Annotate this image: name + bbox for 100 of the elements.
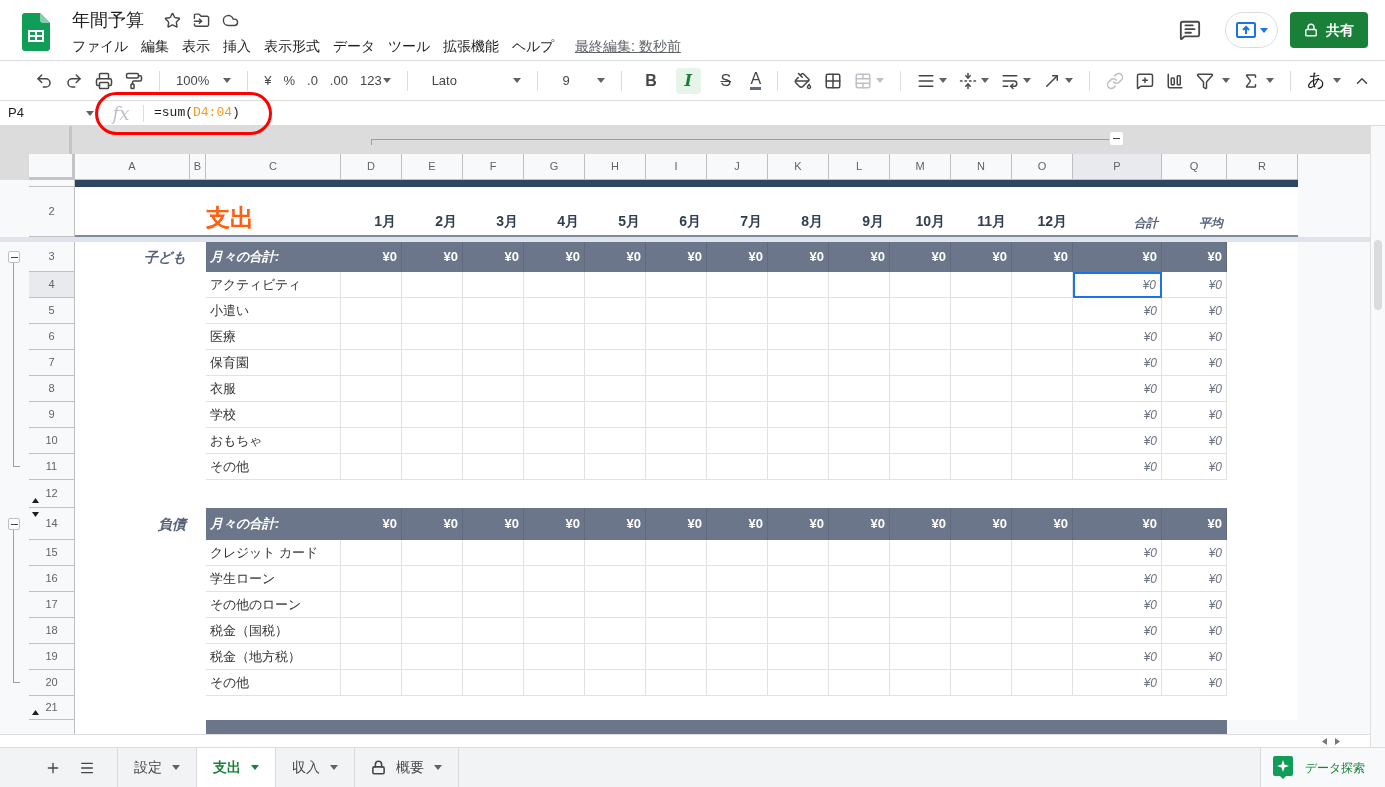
table-cell[interactable] — [585, 324, 646, 350]
column-header[interactable]: R — [1227, 154, 1298, 180]
table-cell[interactable] — [1012, 298, 1073, 324]
total-cell[interactable]: ¥0 — [1073, 428, 1162, 454]
table-cell[interactable] — [463, 670, 524, 696]
table-cell[interactable] — [829, 272, 890, 298]
print-icon[interactable] — [95, 71, 113, 90]
text-style-button[interactable]: S — [713, 67, 739, 94]
table-cell[interactable] — [768, 454, 829, 480]
table-cell[interactable] — [341, 644, 402, 670]
table-cell[interactable] — [890, 428, 951, 454]
table-cell[interactable] — [1012, 592, 1073, 618]
table-cell[interactable] — [829, 540, 890, 566]
table-cell[interactable] — [585, 670, 646, 696]
column-header[interactable]: N — [951, 154, 1012, 180]
table-cell[interactable] — [463, 272, 524, 298]
table-cell[interactable] — [463, 402, 524, 428]
table-cell[interactable] — [585, 402, 646, 428]
table-cell[interactable] — [402, 670, 463, 696]
table-cell[interactable] — [585, 566, 646, 592]
table-cell[interactable] — [1012, 454, 1073, 480]
table-cell[interactable] — [524, 428, 585, 454]
table-cell[interactable] — [707, 592, 768, 618]
collapse-column-group-button[interactable] — [1110, 132, 1123, 145]
table-cell[interactable] — [585, 540, 646, 566]
table-cell[interactable] — [1012, 566, 1073, 592]
table-cell[interactable] — [463, 428, 524, 454]
table-cell[interactable] — [951, 324, 1012, 350]
currency-button[interactable]: ¥ — [264, 70, 272, 91]
text-color-button[interactable]: A — [750, 71, 762, 90]
table-cell[interactable] — [524, 566, 585, 592]
menu-item[interactable]: 拡張機能 — [443, 36, 499, 57]
table-cell[interactable] — [768, 272, 829, 298]
row-number[interactable]: 19 — [45, 648, 58, 665]
table-cell[interactable] — [646, 644, 707, 670]
table-cell[interactable] — [890, 376, 951, 402]
spreadsheet-logo[interactable] — [22, 13, 50, 51]
table-cell[interactable] — [646, 350, 707, 376]
column-header[interactable]: J — [707, 154, 768, 180]
table-cell[interactable] — [707, 324, 768, 350]
table-cell[interactable] — [402, 454, 463, 480]
font-size-select[interactable]: 9 — [554, 70, 606, 91]
table-cell[interactable] — [951, 350, 1012, 376]
table-cell[interactable] — [890, 454, 951, 480]
table-cell[interactable] — [524, 402, 585, 428]
share-button[interactable]: 共有 — [1290, 12, 1368, 48]
table-cell[interactable] — [768, 298, 829, 324]
total-cell[interactable]: ¥0 — [1073, 566, 1162, 592]
table-cell[interactable] — [890, 670, 951, 696]
table-cell[interactable] — [585, 298, 646, 324]
table-cell[interactable] — [341, 454, 402, 480]
table-cell[interactable] — [951, 540, 1012, 566]
input-tools-select[interactable]: あ — [1307, 67, 1342, 94]
table-cell[interactable] — [1012, 376, 1073, 402]
sheet-tab[interactable]: 収入 — [275, 748, 354, 787]
link-icon[interactable] — [1106, 71, 1125, 90]
table-cell[interactable] — [646, 272, 707, 298]
table-cell[interactable] — [402, 566, 463, 592]
cell-reference-field[interactable]: P4 — [0, 101, 98, 125]
number-format-select[interactable]: 123 — [359, 70, 391, 91]
row-number[interactable]: 17 — [45, 596, 58, 613]
total-cell[interactable]: ¥0 — [1073, 644, 1162, 670]
table-cell[interactable] — [768, 618, 829, 644]
table-cell[interactable] — [890, 592, 951, 618]
table-cell[interactable] — [646, 376, 707, 402]
table-cell[interactable] — [585, 350, 646, 376]
table-cell[interactable] — [707, 402, 768, 428]
explore-button[interactable]: データ探索 — [1260, 748, 1385, 787]
formula-input[interactable]: =sum(D4:04) — [154, 103, 240, 123]
hidden-row-down-icon[interactable] — [32, 512, 39, 517]
scrollbar-thumb[interactable] — [1374, 240, 1382, 310]
document-title[interactable]: 年間予算 — [72, 7, 144, 34]
total-cell[interactable]: ¥0 — [1073, 402, 1162, 428]
table-cell[interactable] — [707, 350, 768, 376]
table-cell[interactable] — [646, 566, 707, 592]
table-cell[interactable] — [768, 376, 829, 402]
table-cell[interactable] — [341, 670, 402, 696]
table-cell[interactable] — [890, 540, 951, 566]
row-number[interactable]: 16 — [45, 570, 58, 587]
column-header[interactable]: I — [646, 154, 707, 180]
table-cell[interactable] — [402, 402, 463, 428]
row-number[interactable]: 6 — [48, 328, 55, 345]
table-cell[interactable] — [1012, 272, 1073, 298]
zoom-select[interactable]: 100% — [176, 70, 232, 91]
table-cell[interactable] — [707, 618, 768, 644]
table-cell[interactable] — [951, 454, 1012, 480]
table-cell[interactable] — [1012, 618, 1073, 644]
menu-item[interactable]: 編集 — [141, 36, 169, 57]
menu-item[interactable]: ツール — [388, 36, 430, 57]
table-cell[interactable] — [1012, 324, 1073, 350]
sheet-tab[interactable]: 支出 — [196, 748, 275, 787]
menu-item[interactable]: ヘルプ — [512, 36, 554, 57]
table-cell[interactable] — [829, 402, 890, 428]
table-cell[interactable] — [1012, 540, 1073, 566]
table-cell[interactable] — [402, 298, 463, 324]
borders-icon[interactable] — [824, 71, 843, 90]
row-number[interactable]: 4 — [48, 276, 55, 293]
table-cell[interactable] — [463, 644, 524, 670]
column-header[interactable]: H — [585, 154, 646, 180]
column-header[interactable]: Q — [1162, 154, 1227, 180]
